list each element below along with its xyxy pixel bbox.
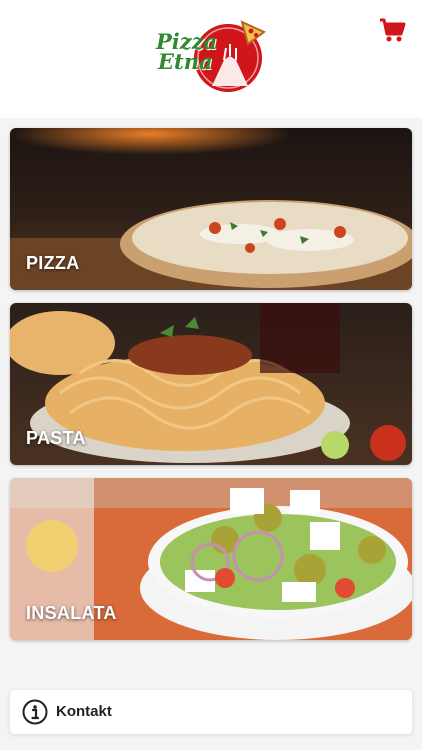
category-card-pasta[interactable]: PASTA	[10, 303, 412, 465]
category-label-pizza: PIZZA	[26, 253, 80, 273]
shopping-cart-icon[interactable]	[378, 16, 406, 44]
app-header: Pizza Etna	[0, 0, 422, 118]
category-label-insalata: INSALATA	[26, 603, 117, 623]
pizza-etna-logo[interactable]: Pizza Etna	[156, 16, 268, 96]
contact-label: Kontakt	[56, 703, 112, 720]
logo-line-etna: Etna	[158, 49, 213, 74]
category-card-insalata[interactable]: INSALATA	[10, 478, 412, 640]
category-card-pizza[interactable]: PIZZA	[10, 128, 412, 290]
info-icon	[22, 699, 48, 725]
logo-text: Pizza Etna	[156, 31, 217, 74]
contact-button[interactable]: Kontakt	[10, 690, 412, 734]
category-label-pasta: PASTA	[26, 428, 86, 448]
